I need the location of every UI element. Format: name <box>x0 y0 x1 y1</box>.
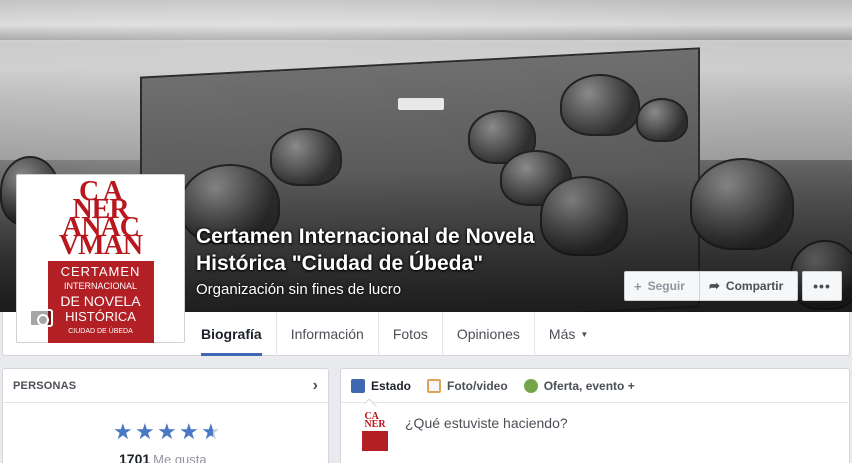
rating-stars[interactable]: ★ ★ ★ ★ ★ <box>113 421 223 443</box>
page-title-line2: Histórica "Ciudad de Úbeda" <box>196 252 484 275</box>
share-button[interactable]: ➦ Compartir <box>700 271 798 301</box>
likes-number: 1701 <box>119 451 151 463</box>
people-card: PERSONAS › ★ ★ ★ ★ ★ 1701 Me gusta <box>2 368 329 463</box>
profile-picture[interactable]: C A NER ANAC VMAN CERTAMEN INTERNACIONAL DE… <box>16 174 185 343</box>
people-card-header[interactable]: PERSONAS › <box>3 369 328 403</box>
composer-tab-foto-video[interactable]: Foto/video <box>427 369 508 403</box>
follow-button-label: Seguir <box>647 279 685 293</box>
chevron-right-icon[interactable]: › <box>313 377 318 395</box>
composer-tabs: Estado Foto/video Oferta, evento + <box>341 369 849 403</box>
tab-fotos[interactable]: Fotos <box>379 312 443 356</box>
offer-icon <box>523 378 538 393</box>
status-input[interactable]: ¿Qué estuviste haciendo? <box>405 415 568 431</box>
caret-down-icon: ▼ <box>580 329 589 339</box>
avatar-logo-letters: CA NER <box>364 411 386 430</box>
certamen-logo: C A NER ANAC VMAN CERTAMEN INTERNACIONAL DE… <box>21 176 180 343</box>
follow-button[interactable]: + Seguir <box>624 271 700 301</box>
logo-line: CERTAMEN <box>60 264 141 279</box>
composer-tab-label: Oferta, evento + <box>543 378 635 393</box>
tab-mas[interactable]: Más ▼ <box>535 312 602 356</box>
half-star-icon: ★ <box>201 421 223 443</box>
logo-line: INTERNACIONAL <box>63 281 137 291</box>
logo-top-letters: C A NER ANAC VMAN <box>58 176 143 261</box>
tab-mas-label: Más <box>548 326 576 342</box>
composer-body: CA NER ¿Qué estuviste haciendo? <box>341 403 849 461</box>
avatar-logo-box <box>362 431 388 451</box>
people-card-title: PERSONAS <box>13 379 77 392</box>
composer-tab-label: Estado <box>371 378 412 393</box>
camera-icon[interactable] <box>29 309 53 327</box>
cover-actions: + Seguir ➦ Compartir ••• <box>624 271 842 301</box>
more-options-button[interactable]: ••• <box>802 271 842 301</box>
page-category[interactable]: Organización sin fines de lucro <box>196 281 401 298</box>
facebook-page: Certamen Internacional de Novela Históri… <box>0 0 852 463</box>
tab-informacion[interactable]: Información <box>277 312 379 356</box>
logo-line: CIUDAD DE ÚBEDA <box>68 328 133 335</box>
pencil-icon <box>351 378 365 393</box>
likes-count[interactable]: 1701 Me gusta <box>119 451 207 463</box>
plus-icon: + <box>634 278 642 294</box>
composer-tab-oferta[interactable]: Oferta, evento + <box>523 369 635 403</box>
tab-opiniones[interactable]: Opiniones <box>443 312 535 356</box>
logo-line: DE NOVELA <box>60 293 141 309</box>
star-icon: ★ <box>135 419 155 444</box>
star-icon: ★ <box>113 419 133 444</box>
composer-tab-estado[interactable]: Estado <box>351 369 411 403</box>
photo-icon <box>427 378 442 393</box>
page-tabs: Biografía Información Fotos Opiniones Má… <box>187 312 602 356</box>
avatar: CA NER <box>359 411 391 451</box>
logo-line: HISTÓRICA <box>65 309 136 324</box>
page-title-line1: Certamen Internacional de Novela <box>196 225 535 248</box>
post-composer: Estado Foto/video Oferta, evento + CA NER… <box>340 368 850 463</box>
star-icon: ★ <box>157 419 177 444</box>
tab-biografia[interactable]: Biografía <box>187 312 277 356</box>
star-icon: ★ <box>179 419 199 444</box>
page-title[interactable]: Certamen Internacional de Novela Históri… <box>196 223 616 277</box>
composer-tab-label: Foto/video <box>447 378 508 393</box>
share-arrow-icon: ➦ <box>709 278 720 293</box>
logo-red-box: CERTAMEN INTERNACIONAL DE NOVELA HISTÓRI… <box>47 261 154 343</box>
likes-label: Me gusta <box>153 452 207 463</box>
share-button-label: Compartir <box>725 279 784 293</box>
